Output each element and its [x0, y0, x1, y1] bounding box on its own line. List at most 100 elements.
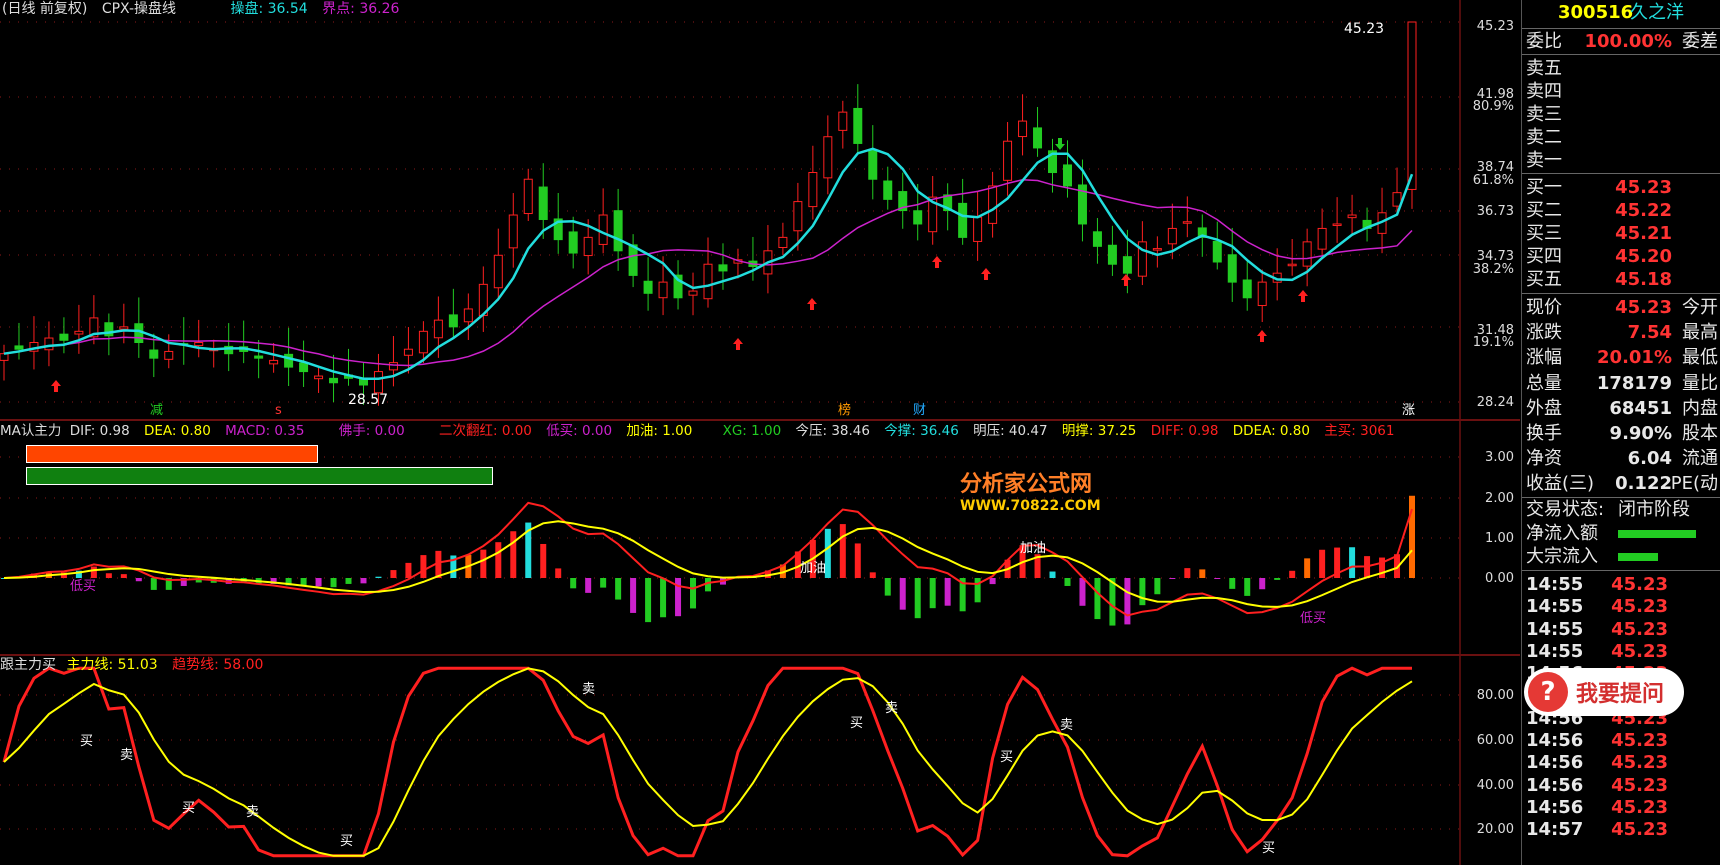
candle-body — [1347, 214, 1357, 219]
macd-bar — [839, 524, 846, 578]
row-key: 卖二 — [1526, 127, 1562, 148]
candle-body — [973, 216, 983, 242]
candle-body — [718, 264, 728, 272]
kdj-tick: 80.00 — [1477, 688, 1514, 703]
net-inflow: 净流入额 — [1526, 523, 1718, 545]
tick-time: 14:55 — [1526, 596, 1584, 618]
candle-body — [838, 111, 848, 131]
buy-marker: 买 — [182, 801, 195, 816]
candle-body — [254, 355, 264, 359]
candle-body — [329, 377, 339, 384]
quote-panel: 300516 久之洋 委比 100.00% 委差 卖五 卖四 卖三 卖二 卖一 买一 45… — [1521, 0, 1720, 865]
sell-level-5: 卖五 — [1526, 58, 1718, 80]
macd-bar — [1199, 569, 1206, 578]
candle-body — [44, 337, 54, 351]
candle-body — [958, 202, 968, 238]
row-key: 收益(三) — [1526, 473, 1595, 495]
row-key: 现价 — [1526, 297, 1562, 318]
buy-level-3: 买三 45.21 — [1526, 223, 1718, 245]
candle-body — [194, 342, 204, 347]
main-chart-header: (日线 前复权) CPX-操盘线 操盘: 36.54 界点: 36.26 — [2, 0, 409, 18]
macd-bar — [405, 562, 412, 578]
candle-body — [1317, 227, 1327, 250]
tick-row: 14:56 45.23 — [1526, 797, 1718, 819]
tick-price: 45.23 — [1611, 819, 1668, 841]
sell-level-3: 卖三 — [1526, 104, 1718, 126]
candle-body — [628, 244, 638, 276]
buy-marker: 买 — [1000, 750, 1013, 765]
row-key: 净资 — [1526, 448, 1562, 470]
jian-marker: 减 — [150, 403, 163, 418]
candle-body — [269, 359, 279, 365]
tick-price: 45.23 — [1611, 797, 1668, 818]
question-icon: ? — [1528, 672, 1568, 712]
macd-bar — [1319, 549, 1326, 578]
sell-level-2: 卖二 — [1526, 127, 1718, 149]
up-arrow-icon — [807, 298, 817, 310]
candle-body — [703, 263, 713, 300]
up-arrow-icon — [51, 380, 61, 392]
macd-bar — [1289, 570, 1296, 578]
macd-bar — [1109, 578, 1116, 626]
price-tick: 19.1% — [1473, 335, 1514, 350]
stock-name[interactable]: 久之洋 — [1630, 2, 1684, 24]
ask-question-label: 我要提问 — [1576, 682, 1665, 707]
tick-price: 45.23 — [1611, 596, 1668, 618]
macd-bar — [570, 578, 577, 589]
row-value: 7.54 — [1627, 322, 1672, 344]
ask-question-button[interactable]: ? 我要提问 — [1524, 668, 1684, 716]
candle-body — [164, 350, 174, 360]
candle-body — [463, 308, 473, 323]
low-price-label: 28.57 — [348, 392, 388, 408]
tick-row: 14:56 45.23 — [1526, 730, 1718, 752]
row-key-2: 股本 — [1682, 423, 1718, 444]
tick-row: 14:55 45.23 — [1526, 596, 1718, 618]
row-key: 买四 — [1526, 246, 1562, 267]
tick-price: 45.23 — [1611, 574, 1668, 595]
tick-time: 14:56 — [1526, 730, 1584, 752]
candle-body — [388, 362, 398, 371]
candle-body — [119, 326, 129, 330]
macd-bar — [330, 578, 337, 588]
row-value: 6.04 — [1627, 448, 1672, 470]
candle-body — [1062, 164, 1072, 187]
macd-bar — [899, 578, 906, 610]
buy-marker: 买 — [1262, 841, 1275, 856]
row-key-2: PE(动 — [1670, 473, 1718, 495]
row-value: 178179 — [1596, 372, 1672, 394]
candle-body — [823, 136, 833, 179]
bang-marker: 榜 — [838, 402, 851, 418]
candle-body — [793, 201, 803, 232]
buy-marker: 买 — [80, 734, 93, 749]
candle-body — [688, 290, 698, 296]
row-key: 买三 — [1526, 223, 1562, 244]
macd-bar — [150, 578, 157, 590]
candle-body — [299, 362, 309, 373]
period-label[interactable]: (日线 前复权) — [2, 1, 87, 17]
row-key-2: 流通 — [1682, 448, 1718, 470]
tick-time: 14:56 — [1526, 797, 1584, 818]
row-value: 45.23 — [1615, 177, 1672, 198]
tick-row: 14:55 45.23 — [1526, 641, 1718, 663]
up-arrow-icon — [1298, 290, 1308, 302]
indicator-name[interactable]: MA认主力 — [0, 423, 61, 439]
macd-bar — [585, 578, 592, 593]
macd-bar — [1184, 568, 1191, 578]
jiayou-value: 加油: 1.00 — [626, 423, 693, 439]
indicator-name-2[interactable]: 跟主力买 — [0, 657, 56, 673]
row-value: 0.122 — [1615, 473, 1672, 495]
macd-bar — [540, 543, 547, 578]
row-key-2: 最低 — [1682, 347, 1718, 369]
formula-name[interactable]: CPX-操盘线 — [102, 1, 176, 17]
macd-bar — [1154, 578, 1161, 595]
macd-bar — [1259, 578, 1266, 590]
stock-code[interactable]: 300516 — [1558, 2, 1633, 24]
tick-price: 45.23 — [1611, 640, 1668, 662]
candle-body — [658, 281, 668, 299]
sell-marker: 卖 — [582, 682, 595, 697]
row-value: 45.18 — [1615, 269, 1672, 290]
up-arrow-icon — [981, 268, 991, 280]
macd-tick: 0.00 — [1485, 571, 1514, 586]
candle-body — [643, 280, 653, 294]
price-tick: 61.8% — [1473, 173, 1514, 188]
